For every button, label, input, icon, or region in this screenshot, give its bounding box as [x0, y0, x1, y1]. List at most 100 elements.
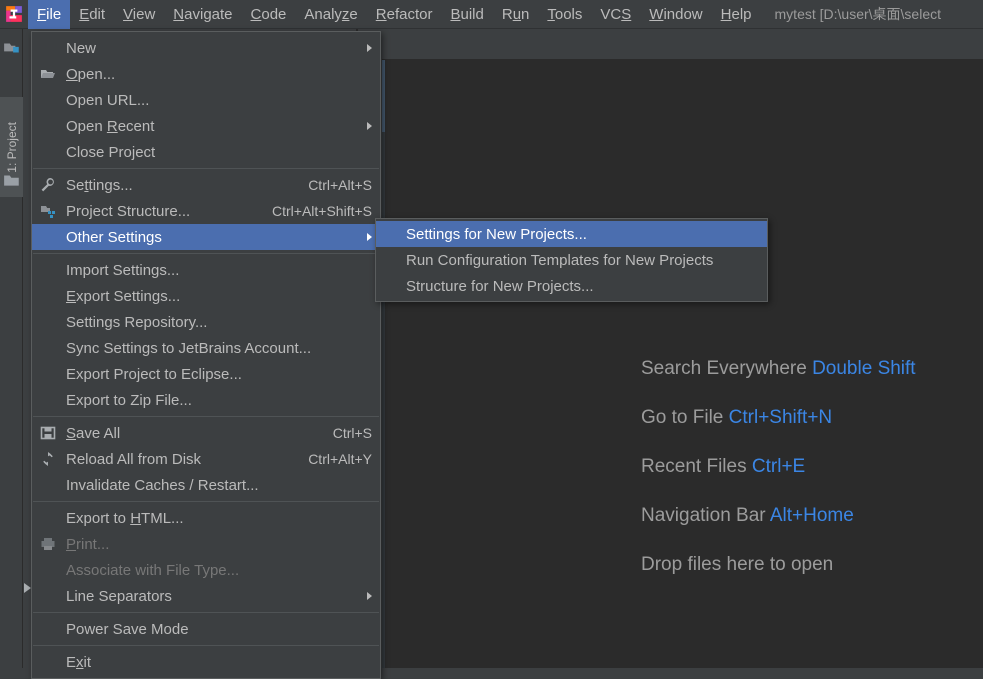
menubar-item-refactor[interactable]: Refactor	[367, 0, 442, 29]
file-menu-item-import-settings[interactable]: Import Settings...	[32, 257, 380, 283]
hint-action-label: Recent Files	[641, 456, 747, 477]
no-icon	[40, 339, 66, 357]
file-menu-item-associate-with-file-type[interactable]: Associate with File Type...	[32, 557, 380, 583]
file-menu-popup[interactable]: New Open... Open URL... Open Recent Close Pr…	[31, 31, 381, 679]
submenu-item-run-configuration-templates-for-new-projects[interactable]: Run Configuration Templates for New Proj…	[376, 247, 767, 273]
menubar-item-navigate[interactable]: Navigate	[164, 0, 241, 29]
submenu-item-label: Structure for New Projects...	[406, 277, 594, 295]
menubar-item-edit[interactable]: Edit	[70, 0, 114, 29]
editor-left-accent-strip	[382, 60, 385, 132]
chevron-right-icon	[367, 44, 372, 52]
menu-items-container[interactable]: File Edit View Navigate Code Analyze Refactor B…	[28, 0, 761, 29]
file-menu-item-save-all[interactable]: Save All Ctrl+S	[32, 420, 380, 446]
left-tool-window-bar[interactable]: 1: Project	[0, 29, 23, 668]
file-menu-item-label: Export Settings...	[66, 287, 181, 305]
menubar-item-vcs[interactable]: VCS	[591, 0, 640, 29]
save-icon	[40, 424, 66, 442]
no-icon	[40, 391, 66, 409]
file-menu-item-label: Reload All from Disk	[66, 450, 202, 468]
file-menu-item-label: Associate with File Type...	[66, 561, 240, 579]
menubar-item-file[interactable]: File	[28, 0, 71, 29]
file-menu-item-project-structure[interactable]: Project Structure... Ctrl+Alt+Shift+S	[32, 198, 380, 224]
menu-separator	[33, 416, 379, 417]
no-icon	[40, 365, 66, 383]
file-menu-item-open-url[interactable]: Open URL...	[32, 87, 380, 113]
no-icon	[40, 509, 66, 527]
file-menu-item-export-to-html[interactable]: Export to HTML...	[32, 505, 380, 531]
file-menu-item-label: Settings Repository...	[66, 313, 208, 331]
hint-action-label: Go to File	[641, 407, 724, 428]
project-folder-icon[interactable]	[3, 39, 21, 57]
editor-hints: Search Everywhere Double Shift Go to Fil…	[641, 358, 983, 603]
file-menu-item-export-project-to-eclipse[interactable]: Export Project to Eclipse...	[32, 361, 380, 387]
file-menu-item-settings-repository[interactable]: Settings Repository...	[32, 309, 380, 335]
menubar-item-tools[interactable]: Tools	[538, 0, 591, 29]
file-menu-item-shortcut: Ctrl+Alt+S	[308, 177, 372, 193]
menubar-item-analyze[interactable]: Analyze	[295, 0, 366, 29]
submenu-item-label: Settings for New Projects...	[406, 225, 587, 243]
file-menu-item-label: Close Project	[66, 143, 156, 161]
file-menu-item-settings[interactable]: Settings... Ctrl+Alt+S	[32, 172, 380, 198]
file-menu-item-label: Invalidate Caches / Restart...	[66, 476, 259, 494]
no-icon	[40, 261, 66, 279]
other-settings-submenu-popup[interactable]: Settings for New Projects... Run Configur…	[375, 218, 768, 302]
file-menu-item-exit[interactable]: Exit	[32, 649, 380, 675]
reload-icon	[40, 450, 66, 468]
open-folder-icon	[40, 65, 66, 83]
file-menu-item-label: Sync Settings to JetBrains Account...	[66, 339, 312, 357]
file-menu-item-shortcut: Ctrl+Alt+Y	[308, 451, 372, 467]
file-menu-item-export-settings[interactable]: Export Settings...	[32, 283, 380, 309]
file-menu-item-other-settings[interactable]: Other Settings	[32, 224, 380, 250]
file-menu-item-label: Open...	[66, 65, 116, 83]
menubar-item-label: Navigate	[173, 5, 233, 23]
menubar-item-label: View	[123, 5, 156, 23]
main-menu-bar[interactable]: File Edit View Navigate Code Analyze Refactor B…	[0, 0, 983, 29]
menubar-item-view[interactable]: View	[114, 0, 164, 29]
file-menu-item-label: Open URL...	[66, 91, 150, 109]
hint-row: Search Everywhere Double Shift	[641, 358, 983, 407]
file-menu-item-open[interactable]: Open...	[32, 61, 380, 87]
hint-shortcut-label: Ctrl+E	[751, 456, 806, 477]
editor-left-gutter-strip	[382, 132, 385, 668]
file-menu-item-label: Settings...	[66, 176, 133, 194]
chevron-right-icon	[367, 122, 372, 130]
file-menu-item-open-recent[interactable]: Open Recent	[32, 113, 380, 139]
menubar-item-label: Build	[450, 5, 484, 23]
file-menu-item-close-project[interactable]: Close Project	[32, 139, 380, 165]
file-menu-item-label: Export to HTML...	[66, 509, 184, 527]
file-menu-item-label: Open Recent	[66, 117, 155, 135]
menubar-item-window[interactable]: Window	[640, 0, 711, 29]
file-menu-item-new[interactable]: New	[32, 35, 380, 61]
no-icon	[40, 143, 66, 161]
menubar-item-run[interactable]: Run	[493, 0, 539, 29]
no-icon	[40, 228, 66, 246]
file-menu-item-print[interactable]: Print...	[32, 531, 380, 557]
folder-icon[interactable]	[3, 171, 21, 189]
menubar-item-build[interactable]: Build	[441, 0, 492, 29]
file-menu-item-reload-all-from-disk[interactable]: Reload All from Disk Ctrl+Alt+Y	[32, 446, 380, 472]
menubar-item-label: Refactor	[375, 5, 433, 23]
menu-separator	[33, 612, 379, 613]
file-menu-item-line-separators[interactable]: Line Separators	[32, 583, 380, 609]
file-menu-item-export-to-zip-file[interactable]: Export to Zip File...	[32, 387, 380, 413]
no-icon	[40, 39, 66, 57]
no-icon	[40, 117, 66, 135]
menubar-item-label: Code	[250, 5, 287, 23]
file-menu-item-invalidate-caches-restart[interactable]: Invalidate Caches / Restart...	[32, 472, 380, 498]
menu-separator	[33, 168, 379, 169]
submenu-item-structure-for-new-projects[interactable]: Structure for New Projects...	[376, 273, 767, 299]
file-menu-item-label: New	[66, 39, 97, 57]
menu-separator	[33, 645, 379, 646]
sidebar-item-project-label: 1: Project	[4, 121, 19, 173]
hint-row: Navigation Bar Alt+Home	[641, 505, 983, 554]
no-icon	[40, 91, 66, 109]
file-menu-item-label: Save All	[66, 424, 121, 442]
menubar-item-code[interactable]: Code	[242, 0, 296, 29]
no-icon	[40, 313, 66, 331]
file-menu-item-sync-settings-to-jetbrains-account[interactable]: Sync Settings to JetBrains Account...	[32, 335, 380, 361]
menubar-item-label: Help	[720, 5, 752, 23]
file-menu-item-shortcut: Ctrl+Alt+Shift+S	[272, 203, 372, 219]
file-menu-item-power-save-mode[interactable]: Power Save Mode	[32, 616, 380, 642]
menubar-item-help[interactable]: Help	[712, 0, 761, 29]
submenu-item-settings-for-new-projects[interactable]: Settings for New Projects...	[376, 221, 767, 247]
